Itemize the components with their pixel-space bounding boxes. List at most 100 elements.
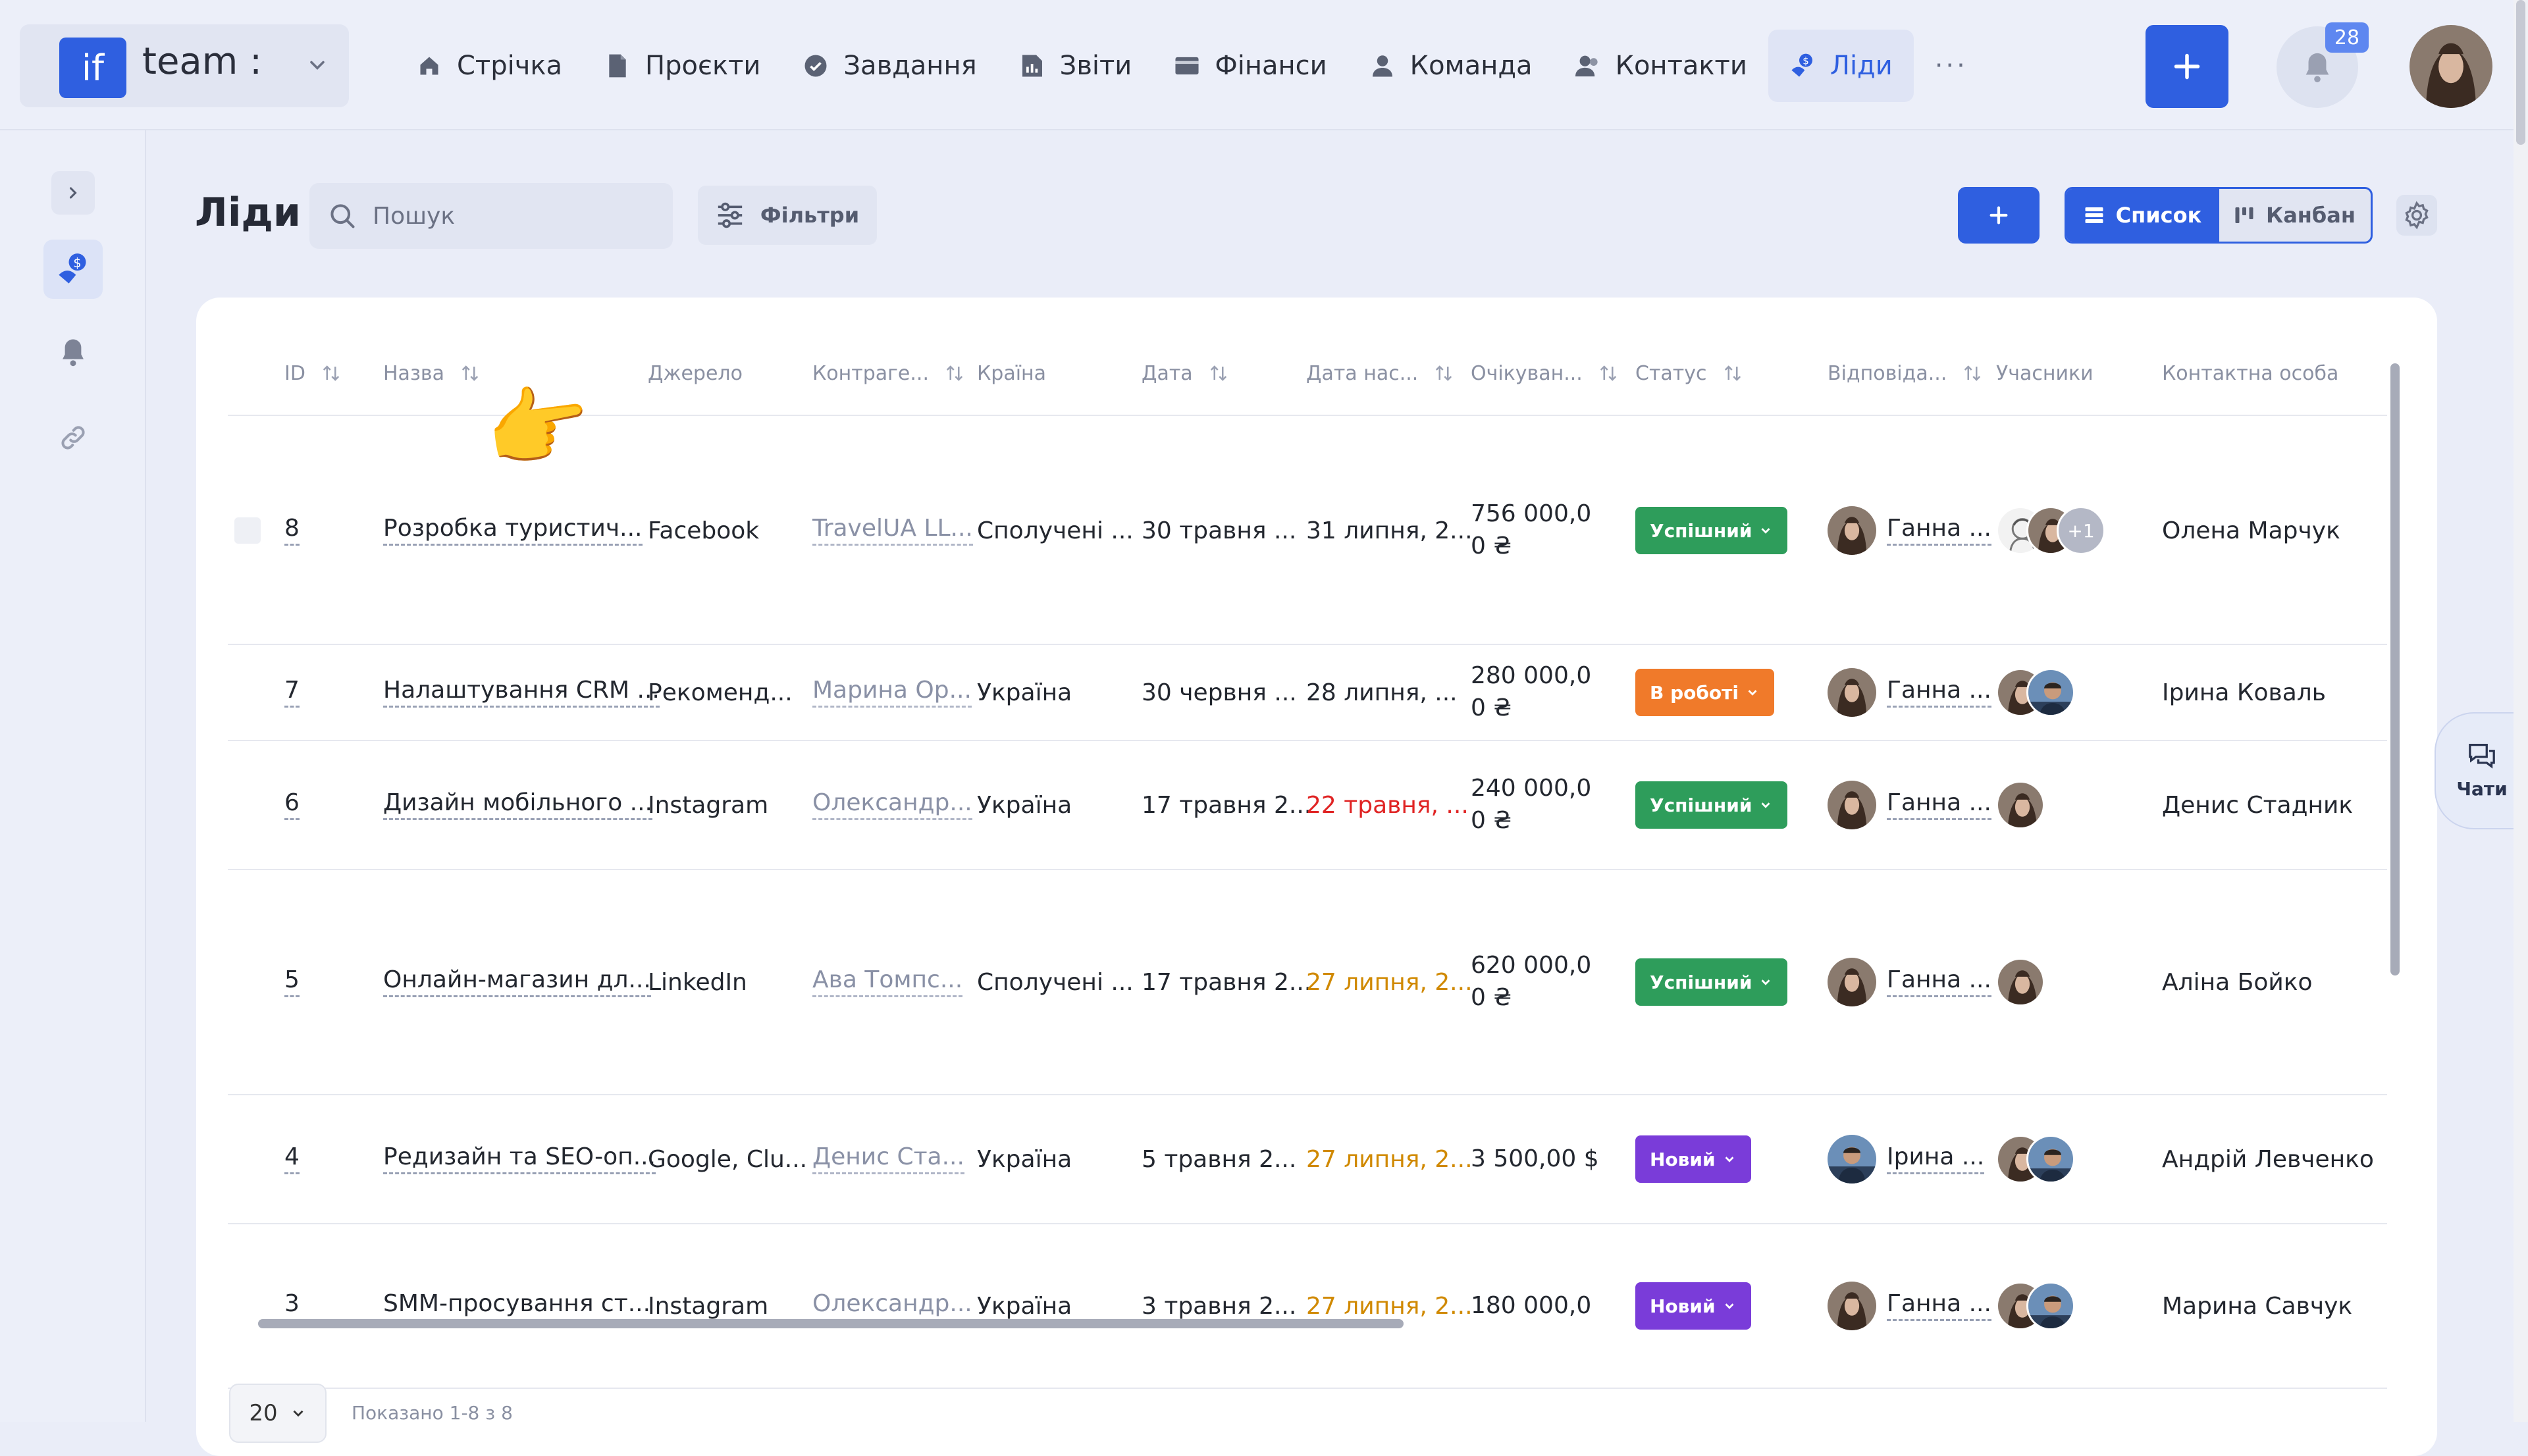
nav-more-button[interactable]: ··· [1914,30,1989,102]
view-toggle: Список Канбан [2065,187,2373,244]
lead-id-link[interactable]: 8 [284,515,300,546]
sort-icon[interactable] [1209,363,1228,383]
counterparty-link[interactable]: Денис Ста... [812,1144,964,1175]
row-checkbox[interactable] [234,517,261,544]
status-dropdown[interactable]: Новий [1635,1135,1751,1183]
cell-source: Instagram [648,1292,769,1320]
counterparty-link[interactable]: Ава Томпс... [812,967,963,998]
status-dropdown[interactable]: Успішний [1635,507,1788,554]
sidebar-item-notifications[interactable] [43,323,103,382]
nav-item-feed[interactable]: Стрічка [395,30,583,102]
nav-item-tasks[interactable]: Завдання [781,30,997,102]
nav-label: Звіти [1059,51,1132,81]
table-row[interactable]: 5 Онлайн-магазин дл... LinkedIn Ава Томпс..… [228,870,2387,1095]
vertical-scrollbar[interactable] [2388,350,2402,1315]
lead-id-link[interactable]: 7 [284,677,300,708]
participant-avatar[interactable] [2026,668,2075,717]
column-header-responsible[interactable]: Відповіда... [1828,337,1982,409]
status-dropdown[interactable]: Успішний [1635,958,1788,1006]
sort-icon[interactable] [460,363,480,383]
workspace-switcher[interactable]: if team : [20,24,349,107]
nav-item-team[interactable]: Команда [1348,30,1554,102]
status-dropdown[interactable]: Успішний [1635,781,1788,829]
cell-name: Дизайн мобільного ... [383,741,652,869]
responsible-avatar[interactable] [1828,506,1876,555]
participant-avatar[interactable] [2026,1135,2075,1183]
sort-icon[interactable] [1598,363,1618,383]
responsible-name[interactable]: Ганна ... [1887,790,1991,821]
lead-name-link[interactable]: Дизайн мобільного ... [383,790,652,821]
sidebar-item-links[interactable] [43,408,103,467]
counterparty-link[interactable]: Марина Ор... [812,677,972,708]
responsible-name[interactable]: Ганна ... [1887,515,1991,546]
cell-status: В роботі [1635,645,1774,740]
brand-name: team : [142,40,262,83]
responsible-avatar[interactable] [1828,668,1876,717]
column-header-counterparty[interactable]: Контраге... [812,337,964,409]
table-row[interactable]: 3 SMM-просування ст... Instagram Олександр.… [228,1224,2387,1389]
contacts-icon [1575,53,1601,79]
table-settings-button[interactable] [2396,195,2437,236]
cell-source: Google, Clu... [648,1145,808,1173]
sort-icon[interactable] [1723,363,1743,383]
column-header-status[interactable]: Статус [1635,337,1743,409]
nav-item-leads[interactable]: $ Ліди [1768,30,1914,102]
column-header-next-date[interactable]: Дата нас... [1306,337,1454,409]
sort-icon[interactable] [1962,363,1982,383]
sort-icon[interactable] [945,363,964,383]
view-kanban-button[interactable]: Канбан [2219,189,2371,242]
column-header-id[interactable]: ID [284,337,341,409]
table-row[interactable]: 7 Налаштування CRM ... Рекоменд... Марина О… [228,645,2387,741]
lead-name-link[interactable]: Онлайн-магазин дл... [383,967,651,998]
participant-avatar[interactable] [1996,958,2045,1006]
responsible-avatar[interactable] [1828,958,1876,1006]
filters-button[interactable]: Фільтри [698,186,877,245]
page-size-select[interactable]: 20 [229,1384,327,1443]
sidebar-item-leads[interactable]: $ [43,240,103,299]
cell-source: LinkedIn [648,968,747,996]
participant-avatar[interactable] [1996,781,2045,829]
responsible-avatar[interactable] [1828,781,1876,829]
lead-id-link[interactable]: 4 [284,1144,300,1175]
responsible-name[interactable]: Ганна ... [1887,967,1991,998]
horizontal-scrollbar[interactable] [234,1316,2382,1330]
more-participants-badge[interactable]: +1 [2057,506,2105,555]
status-dropdown[interactable]: В роботі [1635,669,1774,716]
column-header-name[interactable]: Назва [383,337,480,409]
column-header-source: Джерело [648,361,743,385]
column-header-date[interactable]: Дата [1142,337,1228,409]
nav-item-reports[interactable]: Звіти [998,30,1153,102]
main-nav: Стрічка Проєкти Завдання Звіти Фінанси К… [395,30,1989,102]
add-lead-button[interactable] [1958,187,2040,244]
view-list-button[interactable]: Список [2067,189,2219,242]
responsible-name[interactable]: Ірина ... [1887,1144,1985,1175]
create-button[interactable] [2146,25,2228,108]
column-header-expected[interactable]: Очікуван... [1471,337,1618,409]
nav-item-finance[interactable]: Фінанси [1153,30,1348,102]
nav-item-contacts[interactable]: Контакти [1554,30,1768,102]
chevron-down-icon [1761,979,1770,985]
lead-id-link[interactable]: 6 [284,790,300,821]
counterparty-link[interactable]: Олександр... [812,790,972,821]
sidebar-expand-button[interactable] [51,171,95,215]
lead-id-link[interactable]: 5 [284,967,300,998]
responsible-avatar[interactable] [1828,1135,1876,1183]
page-scrollbar[interactable] [2514,0,2528,1422]
cell-name: Онлайн-магазин дл... [383,870,651,1094]
table-row[interactable]: 6 Дизайн мобільного ... Instagram Олександр… [228,741,2387,870]
cell-status: Новий [1635,1095,1751,1223]
counterparty-link[interactable]: TravelUA LL... [812,515,973,546]
lead-name-link[interactable]: Налаштування CRM ... [383,677,660,708]
search-box[interactable] [309,183,673,249]
responsible-name[interactable]: Ганна ... [1887,677,1991,708]
lead-name-link[interactable]: Редизайн та SEO-оп... [383,1144,656,1175]
lead-name-link[interactable]: Розробка туристич... [383,515,643,546]
table-row[interactable]: 4 Редизайн та SEO-оп... Google, Clu... Дени… [228,1095,2387,1224]
sort-icon[interactable] [1434,363,1454,383]
nav-item-projects[interactable]: Проєкти [583,30,781,102]
sort-icon[interactable] [321,363,341,383]
cell-country: Україна [977,1292,1072,1320]
user-avatar[interactable] [2410,25,2492,108]
search-input[interactable] [371,201,648,230]
cell-counterparty: TravelUA LL... [812,417,973,644]
